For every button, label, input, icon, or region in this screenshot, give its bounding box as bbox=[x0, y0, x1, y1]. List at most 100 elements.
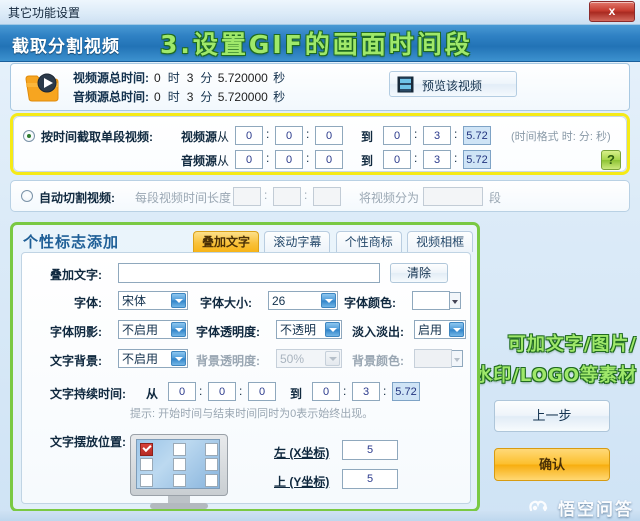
duration-from-hours-input[interactable]: 0 bbox=[168, 382, 196, 401]
position-cell-middle-center[interactable] bbox=[173, 458, 186, 471]
radio-auto-split[interactable] bbox=[21, 190, 33, 202]
audio-total-seconds: 5.720000 bbox=[217, 90, 268, 104]
watermark: 悟空问答 bbox=[528, 495, 634, 519]
audio-from-label: 从 bbox=[217, 154, 230, 168]
tab-overlay-text[interactable]: 叠加文字 bbox=[193, 231, 260, 252]
segment-hours-input[interactable] bbox=[233, 187, 261, 206]
audio-from-hours-input[interactable]: 0 bbox=[235, 150, 263, 169]
font-size-label: 字体大小: bbox=[200, 296, 252, 310]
trim-single-label: 按时间截取单段视频: bbox=[41, 130, 153, 144]
audio-from-colon-1: : bbox=[266, 151, 270, 165]
video-to-colon-2: : bbox=[454, 127, 458, 141]
audio-source-label: 音频源 bbox=[181, 154, 218, 168]
video-from-label: 从 bbox=[217, 130, 230, 144]
position-cell-bottom-center[interactable] bbox=[173, 474, 186, 487]
logo-panel-title: 个性标志添加 bbox=[23, 234, 120, 251]
position-cell-middle-right[interactable] bbox=[205, 458, 218, 471]
video-from-colon-1: : bbox=[266, 127, 270, 141]
chevron-down-icon bbox=[171, 293, 186, 308]
video-to-minutes-input[interactable]: 3 bbox=[423, 126, 451, 145]
font-shadow-value: 不启用 bbox=[122, 323, 159, 337]
position-cell-middle-left[interactable] bbox=[140, 458, 153, 471]
position-cell-top-left[interactable] bbox=[140, 443, 153, 456]
text-background-select[interactable]: 不启用 bbox=[118, 349, 188, 368]
video-to-seconds-input[interactable]: 5.72 bbox=[463, 126, 491, 145]
position-cell-bottom-left[interactable] bbox=[140, 474, 153, 487]
divide-unit-label: 段 bbox=[489, 191, 502, 205]
other-settings-window: 其它功能设置 x 截取分割视频 3.设置GIF的画面时间段 可加文字/图片/ 水… bbox=[0, 0, 640, 521]
video-total-time-row: 视频源总时间: 0 时 3 分 5.720000 秒 bbox=[73, 69, 287, 88]
segment-minutes-input[interactable] bbox=[273, 187, 301, 206]
top-coord-label: 上 (Y坐标) bbox=[274, 475, 330, 489]
position-cell-top-right[interactable] bbox=[205, 443, 218, 456]
bg-opacity-label: 背景透明度: bbox=[196, 354, 260, 368]
bg-opacity-select[interactable]: 50% bbox=[276, 349, 342, 368]
tab-scrolling-subtitle[interactable]: 滚动字幕 bbox=[264, 231, 331, 252]
video-to-hours-input[interactable]: 0 bbox=[383, 126, 411, 145]
font-size-select[interactable]: 26 bbox=[268, 291, 338, 310]
audio-total-hours: 0 bbox=[154, 90, 161, 104]
segment-length-label: 每段视频时间长度 bbox=[135, 191, 232, 205]
clear-button[interactable]: 清除 bbox=[390, 263, 448, 283]
segment-colon-1: : bbox=[264, 188, 268, 202]
bg-color-swatch[interactable] bbox=[414, 349, 463, 368]
duration-from-seconds-input[interactable]: 0 bbox=[248, 382, 276, 401]
video-total-hours: 0 bbox=[154, 71, 161, 85]
chevron-down-icon bbox=[452, 350, 463, 367]
duration-from-label: 从 bbox=[146, 387, 159, 401]
duration-to-seconds-input[interactable]: 5.72 bbox=[392, 382, 420, 401]
video-from-colon-2: : bbox=[306, 127, 310, 141]
previous-step-button[interactable]: 上一步 bbox=[494, 400, 610, 432]
font-label: 字体: bbox=[74, 296, 102, 310]
duration-to-hours-input[interactable]: 0 bbox=[312, 382, 340, 401]
duration-to-colon-2: : bbox=[383, 384, 387, 398]
position-cell-bottom-right[interactable] bbox=[205, 474, 218, 487]
font-value: 宋体 bbox=[122, 294, 147, 308]
tab-personal-trademark[interactable]: 个性商标 bbox=[335, 231, 402, 252]
segment-seconds-input[interactable] bbox=[313, 187, 341, 206]
font-opacity-select[interactable]: 不透明 bbox=[276, 320, 342, 339]
audio-to-seconds-input[interactable]: 5.72 bbox=[463, 150, 491, 169]
overlay-text-tab-body: 叠加文字: 清除 字体: 宋体 字体大小: 26 字体颜色: 字体阴影: 不启用 bbox=[21, 252, 471, 504]
audio-from-minutes-input[interactable]: 0 bbox=[275, 150, 303, 169]
chevron-down-icon bbox=[449, 322, 464, 337]
film-strip-icon bbox=[397, 76, 414, 93]
duration-from-minutes-input[interactable]: 0 bbox=[208, 382, 236, 401]
video-from-minutes-input[interactable]: 0 bbox=[275, 126, 303, 145]
top-coord-input[interactable]: 5 bbox=[342, 469, 398, 489]
window-title: 其它功能设置 bbox=[8, 6, 81, 20]
duration-to-label: 到 bbox=[290, 387, 303, 401]
duration-to-minutes-input[interactable]: 3 bbox=[352, 382, 380, 401]
annotation-materials-line1: 可加文字/图片/ bbox=[507, 334, 637, 355]
audio-from-seconds-input[interactable]: 0 bbox=[315, 150, 343, 169]
audio-to-hours-input[interactable]: 0 bbox=[383, 150, 411, 169]
tab-video-frame[interactable]: 视频相框 bbox=[407, 231, 474, 252]
video-from-seconds-input[interactable]: 0 bbox=[315, 126, 343, 145]
audio-to-minutes-input[interactable]: 3 bbox=[423, 150, 451, 169]
audio-total-time-row: 音频源总时间: 0 时 3 分 5.720000 秒 bbox=[73, 88, 287, 107]
chevron-down-icon bbox=[171, 351, 186, 366]
overlay-text-input[interactable] bbox=[118, 263, 380, 283]
left-coord-input[interactable]: 5 bbox=[342, 440, 398, 460]
close-button[interactable]: x bbox=[589, 1, 635, 22]
position-cell-top-center[interactable] bbox=[173, 443, 186, 456]
duration-to-colon-1: : bbox=[343, 384, 347, 398]
help-icon[interactable]: ? bbox=[601, 150, 621, 170]
divide-count-input[interactable] bbox=[423, 187, 483, 206]
wukong-logo-icon bbox=[528, 497, 554, 518]
font-size-value: 26 bbox=[272, 294, 286, 308]
font-shadow-label: 字体阴影: bbox=[50, 325, 102, 339]
video-from-hours-input[interactable]: 0 bbox=[235, 126, 263, 145]
video-hours-unit: 时 bbox=[167, 71, 180, 85]
radio-trim-single-segment[interactable] bbox=[23, 130, 35, 142]
font-shadow-select[interactable]: 不启用 bbox=[118, 320, 188, 339]
confirm-button[interactable]: 确认 bbox=[494, 448, 610, 481]
fade-label: 淡入淡出: bbox=[352, 325, 404, 339]
font-select[interactable]: 宋体 bbox=[118, 291, 188, 310]
fade-select[interactable]: 启用 bbox=[414, 320, 466, 339]
auto-split-panel: 自动切割视频: 每段视频时间长度 : : 将视频分为 段 bbox=[10, 180, 630, 212]
video-total-time-label: 视频源总时间: bbox=[73, 71, 149, 85]
font-color-swatch[interactable] bbox=[412, 291, 461, 310]
trim-by-time-panel: 按时间截取单段视频: 视频源 从 0 : 0 : 0 到 0 : 3 : 5.7… bbox=[10, 113, 630, 175]
preview-video-button[interactable]: 预览该视频 bbox=[389, 71, 517, 97]
